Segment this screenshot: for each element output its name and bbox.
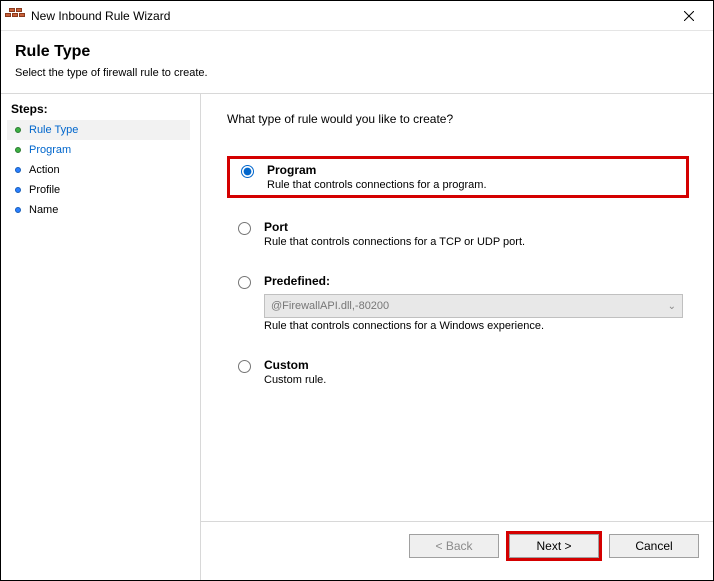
step-rule-type[interactable]: Rule Type [7,120,190,140]
predefined-select-value: @FirewallAPI.dll,-80200 [271,300,389,312]
step-program[interactable]: Program [7,140,190,160]
option-program-desc: Rule that controls connections for a pro… [267,179,680,191]
window-title: New Inbound Rule Wizard [31,9,667,23]
step-bullet-icon [15,187,21,193]
radio-predefined[interactable] [238,276,251,289]
option-predefined-title: Predefined: [264,274,683,288]
steps-sidebar: Steps: Rule Type Program Action Profile … [1,94,201,580]
firewall-icon [9,8,25,24]
option-port-title: Port [264,220,683,234]
radio-port[interactable] [238,222,251,235]
step-bullet-icon [15,147,21,153]
page-title: Rule Type [15,43,699,61]
step-bullet-icon [15,127,21,133]
option-predefined[interactable]: Predefined: @FirewallAPI.dll,-80200 ⌄ Ru… [227,270,689,336]
step-profile[interactable]: Profile [7,180,190,200]
cancel-button-label: Cancel [635,539,672,553]
footer-buttons: < Back Next > Cancel [201,521,713,570]
step-name[interactable]: Name [7,200,190,220]
step-bullet-icon [15,207,21,213]
main-panel: What type of rule would you like to crea… [201,94,713,580]
option-program-title: Program [267,163,680,177]
option-predefined-desc: Rule that controls connections for a Win… [264,320,683,332]
close-icon [684,11,694,21]
option-port[interactable]: Port Rule that controls connections for … [227,216,689,252]
option-custom-body: Custom Custom rule. [264,358,683,386]
cancel-button[interactable]: Cancel [609,534,699,558]
back-button-label: < Back [435,539,472,553]
radio-program[interactable] [241,165,254,178]
option-port-desc: Rule that controls connections for a TCP… [264,236,683,248]
wizard-header: Rule Type Select the type of firewall ru… [1,31,713,94]
option-port-body: Port Rule that controls connections for … [264,220,683,248]
option-custom[interactable]: Custom Custom rule. [227,354,689,390]
step-label: Profile [29,184,60,196]
question-text: What type of rule would you like to crea… [227,112,689,126]
close-button[interactable] [667,2,711,30]
step-label: Action [29,164,60,176]
option-custom-title: Custom [264,358,683,372]
page-subtitle: Select the type of firewall rule to crea… [15,67,699,79]
wizard-body: Steps: Rule Type Program Action Profile … [1,94,713,580]
next-button-label: Next > [536,539,571,553]
titlebar: New Inbound Rule Wizard [1,1,713,31]
option-custom-desc: Custom rule. [264,374,683,386]
back-button: < Back [409,534,499,558]
steps-label: Steps: [7,102,190,120]
radio-custom[interactable] [238,360,251,373]
next-button[interactable]: Next > [509,534,599,558]
step-label: Name [29,204,58,216]
predefined-select[interactable]: @FirewallAPI.dll,-80200 ⌄ [264,294,683,318]
option-predefined-body: Predefined: @FirewallAPI.dll,-80200 ⌄ Ru… [264,274,683,332]
chevron-down-icon: ⌄ [668,301,676,312]
step-bullet-icon [15,167,21,173]
step-action[interactable]: Action [7,160,190,180]
step-label: Program [29,144,71,156]
option-program-body: Program Rule that controls connections f… [267,163,680,191]
option-program[interactable]: Program Rule that controls connections f… [227,156,689,198]
step-label: Rule Type [29,124,78,136]
